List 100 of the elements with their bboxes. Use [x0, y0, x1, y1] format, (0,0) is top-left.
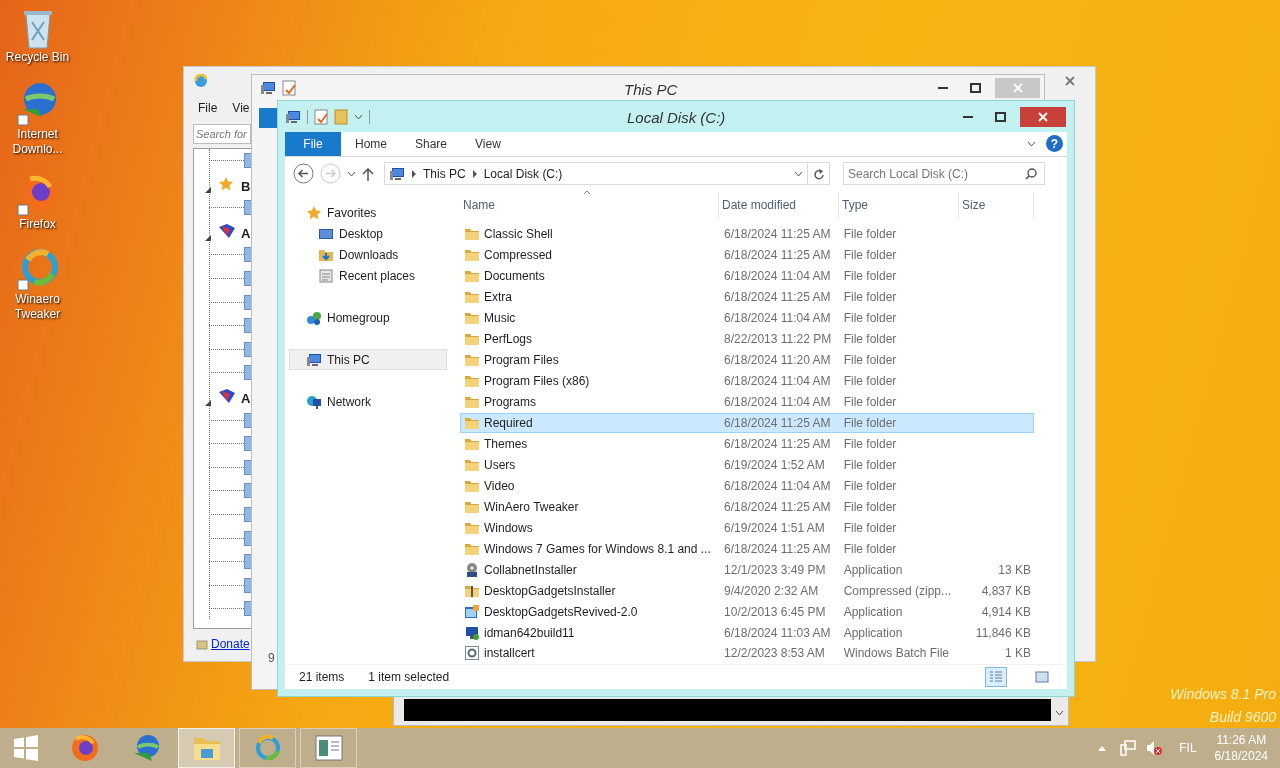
address-bar[interactable]: This PC Local Disk (C:)	[384, 162, 808, 185]
ribbon-tab[interactable]: Share	[401, 132, 462, 156]
file-name: WinAero Tweaker	[484, 498, 579, 516]
file-type: File folder	[843, 520, 897, 535]
file-name: Programs	[484, 394, 536, 412]
file-type: Application	[843, 604, 903, 619]
date-modified: 6/18/2024 11:04 AM	[724, 374, 831, 389]
file-tab[interactable]: File	[285, 132, 341, 156]
file-type: File folder	[843, 457, 897, 472]
tree-label[interactable]: A	[241, 223, 251, 244]
file-name: Program Files	[484, 352, 559, 370]
file-row[interactable]: Documents 6/18/2024 11:04 AM File folder	[460, 265, 1034, 287]
edition-text: Build 9600	[1209, 709, 1276, 725]
date-modified: 6/18/2024 11:03 AM	[724, 625, 831, 640]
column-header[interactable]: Name	[463, 195, 495, 214]
date-modified: 6/18/2024 11:25 AM	[724, 227, 831, 242]
file-type: File folder	[843, 353, 897, 368]
nav-item[interactable]: Desktop	[289, 223, 447, 244]
file-type: File folder	[843, 269, 897, 284]
file-row[interactable]: Program Files 6/18/2024 11:20 AM File folder	[460, 349, 1034, 371]
date-modified: 6/18/2024 11:25 AM	[724, 290, 831, 305]
file-type: Application	[843, 625, 903, 640]
window-title: This PC	[624, 80, 678, 100]
file-name: PerfLogs	[484, 331, 533, 349]
file-type: File folder	[843, 227, 897, 242]
file-type: Compressed (zipp...	[843, 583, 952, 598]
column-header[interactable]: Size	[962, 195, 986, 214]
ribbon-tab[interactable]: View	[461, 132, 515, 156]
search-field[interactable]: Search for	[193, 124, 251, 144]
file-name: Windows 7 Games for Windows 8.1 and ...	[484, 540, 711, 558]
file-row[interactable]: Program Files (x86) 6/18/2024 11:04 AM File folder	[460, 370, 1034, 392]
file-row[interactable]: PerfLogs 8/22/2013 11:22 PM File folder	[460, 328, 1034, 350]
date-modified: 8/22/2013 11:22 PM	[724, 332, 832, 347]
file-row[interactable]: Windows 7 Games for Windows 8.1 and ... 6/18/2024 11:25 AM File folder	[460, 538, 1034, 560]
date-modified: 6/18/2024 11:25 AM	[724, 416, 831, 430]
nav-item[interactable]: Homegroup	[289, 307, 447, 328]
nav-item[interactable]: This PC	[289, 349, 447, 370]
nav-item[interactable]: Downloads	[289, 244, 447, 265]
breadcrumb-item[interactable]: Local Disk (C:)	[483, 164, 563, 183]
file-name: DesktopGadgetsInstaller	[484, 582, 616, 600]
file-type: File folder	[843, 248, 897, 263]
file-row[interactable]: DesktopGadgetsInstaller 9/4/2020 2:32 AM Compressed (zipp... 4,837 KB	[460, 580, 1034, 602]
nav-item[interactable]: Network	[289, 391, 447, 412]
file-row[interactable]: DesktopGadgetsRevived-2.0 10/2/2013 6:45 PM Application 4,914 KB	[460, 601, 1034, 623]
search-field[interactable]: Search Local Disk (C:)	[843, 162, 1045, 185]
menu-item[interactable]: File	[198, 99, 218, 119]
window-title: Local Disk (C:)	[627, 108, 726, 128]
file-row[interactable]: Themes 6/18/2024 11:25 AM File folder	[460, 433, 1034, 455]
file-type: File folder	[843, 436, 897, 451]
edition-text: Windows 8.1 Pro	[1170, 686, 1276, 702]
file-name: Program Files (x86)	[484, 373, 590, 391]
file-type: File folder	[843, 395, 897, 410]
nav-item[interactable]: Favorites	[289, 202, 447, 223]
ribbon-tab[interactable]: Home	[341, 132, 401, 156]
file-name: Windows	[484, 519, 533, 537]
nav-item[interactable]: Recent places	[289, 265, 447, 286]
selection-status: 1 item selected	[368, 669, 450, 686]
file-row[interactable]: WinAero Tweaker 6/18/2024 11:25 AM File folder	[460, 496, 1034, 518]
file-row[interactable]: Programs 6/18/2024 11:04 AM File folder	[460, 391, 1034, 413]
help-button[interactable]: ?	[1046, 135, 1063, 152]
file-row[interactable]: Extra 6/18/2024 11:25 AM File folder	[460, 286, 1034, 308]
date-modified: 10/2/2013 6:45 PM	[724, 604, 826, 619]
file-row[interactable]: CollabnetInstaller 12/1/2023 3:49 PM Application 13 KB	[460, 559, 1034, 581]
file-type: File folder	[843, 332, 897, 347]
file-name: Extra	[484, 289, 512, 307]
file-row[interactable]: idman642build11 6/18/2024 11:03 AM Application 11,846 KB	[460, 622, 1034, 643]
file-row[interactable]: Video 6/18/2024 11:04 AM File folder	[460, 475, 1034, 497]
file-name: DesktopGadgetsRevived-2.0	[484, 603, 638, 621]
file-type: File folder	[843, 311, 897, 326]
date-modified: 6/18/2024 11:04 AM	[724, 269, 831, 284]
date-modified: 6/18/2024 11:25 AM	[724, 499, 831, 514]
menu-item[interactable]: Vie	[232, 99, 250, 119]
file-row[interactable]: Music 6/18/2024 11:04 AM File folder	[460, 307, 1034, 329]
date-modified: 6/18/2024 11:04 AM	[724, 478, 831, 493]
file-size: 4,914 KB	[981, 604, 1031, 619]
donate-link[interactable]: Donate	[211, 635, 250, 653]
item-count: 21 items	[299, 669, 345, 686]
file-name: Classic Shell	[484, 226, 553, 244]
column-header[interactable]: Type	[842, 195, 868, 214]
file-row[interactable]: Required 6/18/2024 11:25 AM File folder	[460, 412, 1034, 434]
date-modified: 9/4/2020 2:32 AM	[724, 583, 819, 598]
file-row[interactable]: Compressed 6/18/2024 11:25 AM File folder	[460, 244, 1034, 266]
date-modified: 6/19/2024 1:51 AM	[724, 520, 825, 535]
tree-label[interactable]: B	[241, 176, 251, 197]
file-type: File folder	[843, 374, 897, 389]
file-row[interactable]: Users 6/19/2024 1:52 AM File folder	[460, 454, 1034, 476]
file-type: File folder	[843, 478, 897, 493]
date-modified: 6/18/2024 11:04 AM	[724, 311, 831, 326]
file-type: File folder	[843, 541, 897, 556]
file-name: Users	[484, 456, 516, 474]
column-header[interactable]: Date modified	[722, 195, 797, 214]
breadcrumb-item[interactable]: This PC	[423, 164, 466, 183]
file-row[interactable]: installcert 12/2/2023 8:53 AM Windows Batch File 1 KB	[460, 643, 1034, 664]
file-row[interactable]: Windows 6/19/2024 1:51 AM File folder	[460, 517, 1034, 539]
file-name: CollabnetInstaller	[484, 561, 577, 579]
file-row[interactable]: Classic Shell 6/18/2024 11:25 AM File folder	[460, 223, 1034, 245]
tree-label[interactable]: A	[241, 388, 251, 409]
file-type: Application	[843, 562, 903, 577]
file-name: Video	[484, 477, 515, 495]
status-text: 9	[268, 650, 275, 667]
